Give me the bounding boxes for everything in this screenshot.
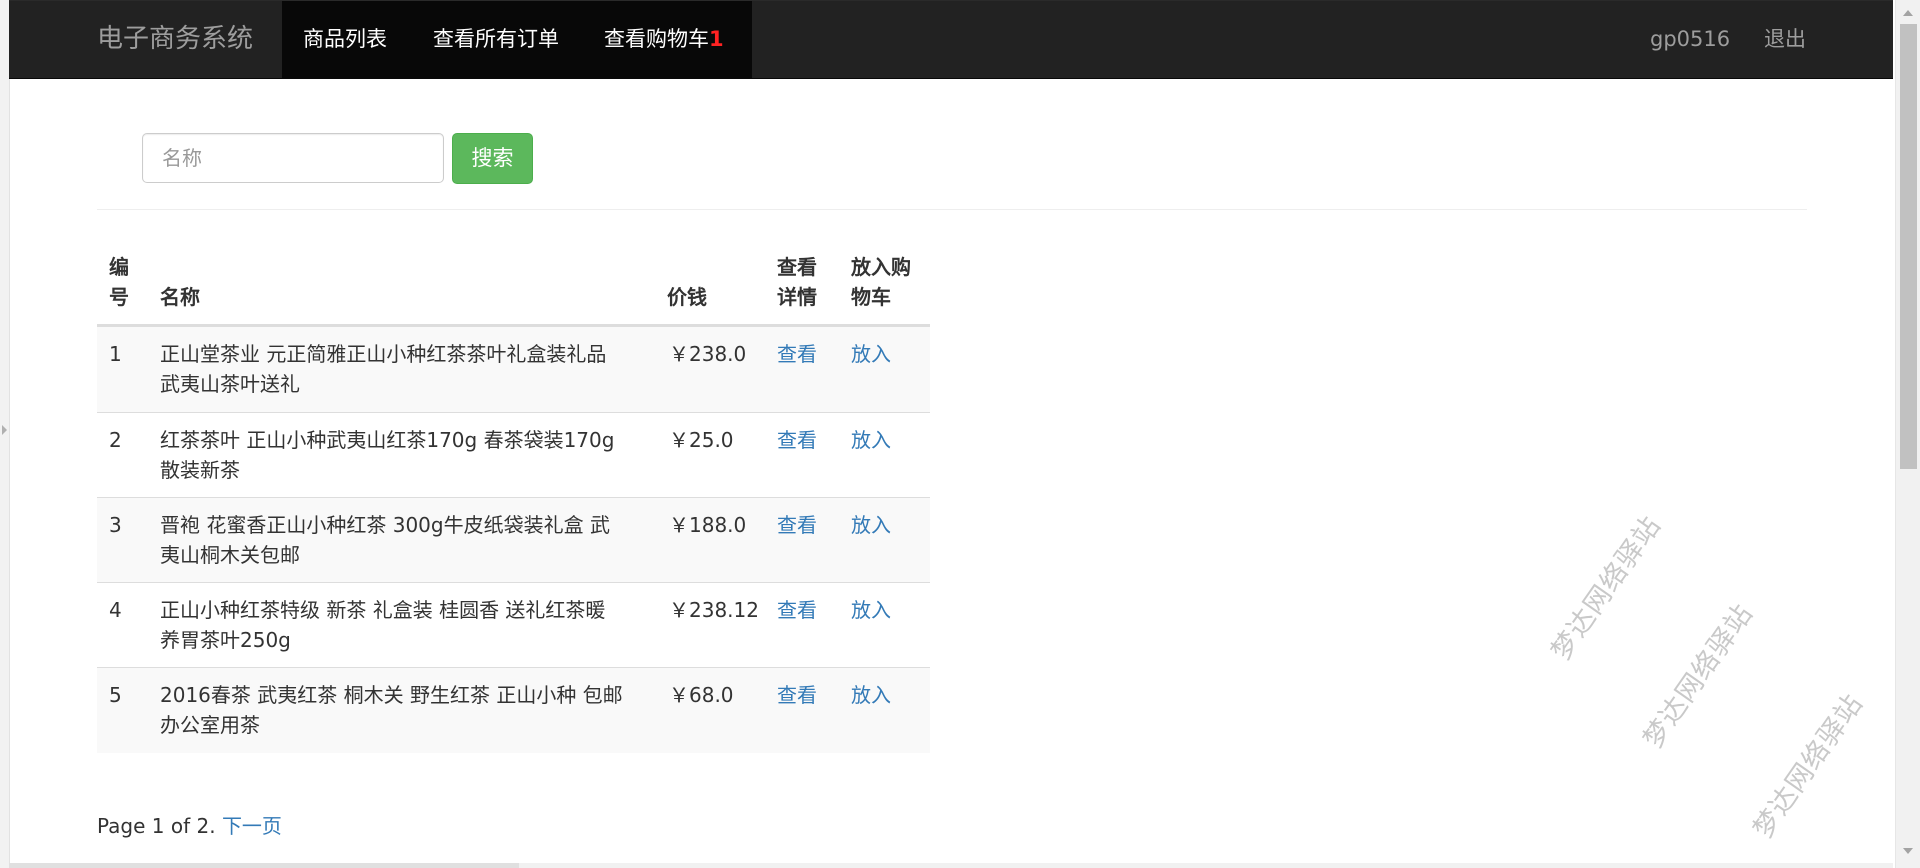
row-name-line2: 办公室用茶 [160,713,260,737]
table-row: 5 2016春茶 武夷红茶 桐木关 野生红茶 正山小种 包邮 办公室用茶 ￥68… [97,667,930,753]
row-price: ￥25.0 [669,428,734,452]
header-view-line2: 详情 [777,285,817,309]
pagination-info: Page 1 of 2. [97,814,216,838]
header-cart-line2: 物车 [851,285,891,309]
row-name-line2: 夷山桐木关包邮 [160,543,300,567]
browser-viewport: 电子商务系统 商品列表 查看所有订单 查看购物车1 gp0516 退出 搜索 编… [0,0,1920,868]
row-add-to-cart-link[interactable]: 放入 [851,595,891,625]
row-add-to-cart-link[interactable]: 放入 [851,339,891,369]
header-view-line1: 查看 [777,255,817,279]
scroll-up-arrow-icon[interactable] [1903,10,1913,16]
search-input[interactable] [142,133,444,183]
row-price: ￥238.12 [669,598,759,622]
next-page-link[interactable]: 下一页 [222,814,282,838]
row-name-line1: 2016春茶 武夷红茶 桐木关 野生红茶 正山小种 包邮 [160,683,623,707]
row-id: 4 [109,598,122,622]
horizontal-scrollbar-thumb[interactable] [9,863,519,868]
top-navbar: 电子商务系统 商品列表 查看所有订单 查看购物车1 gp0516 退出 [9,0,1893,79]
table-row: 2 红茶茶叶 正山小种武夷山红茶170g 春茶袋装170g 散装新茶 ￥25.0… [97,412,930,498]
row-name-line2: 武夷山茶叶送礼 [160,372,300,396]
nav-item-view-cart-label: 查看购物车 [604,27,709,51]
watermark-text: 梦达网络驿站 [1747,688,1870,844]
search-button[interactable]: 搜索 [452,133,533,184]
row-name-line1: 正山堂茶业 元正简雅正山小种红茶茶叶礼盒装礼品 [160,342,607,366]
row-add-to-cart-link[interactable]: 放入 [851,425,891,455]
table-row: 1 正山堂茶业 元正简雅正山小种红茶茶叶礼盒装礼品 武夷山茶叶送礼 ￥238.0… [97,327,930,412]
row-price: ￥68.0 [669,683,734,707]
user-name-link[interactable]: gp0516 [1650,1,1730,78]
row-price: ￥188.0 [669,513,747,537]
table-row: 4 正山小种红茶特级 新茶 礼盒装 桂圆香 送礼红茶暖 养胃茶叶250g ￥23… [97,582,930,668]
row-name: 正山小种红茶特级 新茶 礼盒装 桂圆香 送礼红茶暖 养胃茶叶250g [160,595,640,655]
vertical-scrollbar[interactable] [1895,0,1920,868]
row-name: 2016春茶 武夷红茶 桐木关 野生红茶 正山小种 包邮 办公室用茶 [160,680,640,740]
row-view-link[interactable]: 查看 [777,595,817,625]
watermark-text: 梦达网络驿站 [1637,598,1760,754]
scroll-down-arrow-icon[interactable] [1903,848,1913,854]
row-view-link[interactable]: 查看 [777,339,817,369]
expand-arrow-icon[interactable] [2,425,7,435]
section-divider [97,209,1807,210]
header-id-line1: 编 [109,255,129,279]
header-id-line2: 号 [109,285,129,309]
nav-item-all-orders[interactable]: 查看所有订单 [433,1,559,78]
row-id: 3 [109,513,122,537]
row-price: ￥238.0 [669,342,747,366]
scrollbar-thumb[interactable] [1900,24,1917,469]
row-name-line2: 养胃茶叶250g [160,628,291,652]
header-cart-line1: 放入购 [851,255,911,279]
row-id: 1 [109,342,122,366]
watermark-text: 梦达网络驿站 [1545,510,1668,666]
row-name: 红茶茶叶 正山小种武夷山红茶170g 春茶袋装170g 散装新茶 [160,425,640,485]
row-name: 晋袍 花蜜香正山小种红茶 300g牛皮纸袋装礼盒 武 夷山桐木关包邮 [160,510,640,570]
row-name-line1: 红茶茶叶 正山小种武夷山红茶170g 春茶袋装170g [160,428,615,452]
table-row: 3 晋袍 花蜜香正山小种红茶 300g牛皮纸袋装礼盒 武 夷山桐木关包邮 ￥18… [97,497,930,583]
left-gutter [0,0,10,868]
app-brand[interactable]: 电子商务系统 [97,1,253,78]
row-id: 5 [109,683,122,707]
pagination: Page 1 of 2. 下一页 [97,811,282,841]
nav-item-product-list[interactable]: 商品列表 [303,1,387,78]
cart-count-badge: 1 [709,27,724,51]
row-add-to-cart-link[interactable]: 放入 [851,510,891,540]
row-view-link[interactable]: 查看 [777,425,817,455]
header-name: 名称 [160,285,200,309]
row-name-line2: 散装新茶 [160,458,240,482]
row-id: 2 [109,428,122,452]
row-name-line1: 晋袍 花蜜香正山小种红茶 300g牛皮纸袋装礼盒 武 [160,513,610,537]
row-view-link[interactable]: 查看 [777,680,817,710]
horizontal-scrollbar[interactable] [9,863,1893,868]
row-name: 正山堂茶业 元正简雅正山小种红茶茶叶礼盒装礼品 武夷山茶叶送礼 [160,339,640,399]
nav-item-view-cart[interactable]: 查看购物车1 [604,1,724,78]
row-view-link[interactable]: 查看 [777,510,817,540]
logout-link[interactable]: 退出 [1764,1,1806,78]
header-price: 价钱 [667,285,707,309]
row-add-to-cart-link[interactable]: 放入 [851,680,891,710]
row-name-line1: 正山小种红茶特级 新茶 礼盒装 桂圆香 送礼红茶暖 [160,598,606,622]
